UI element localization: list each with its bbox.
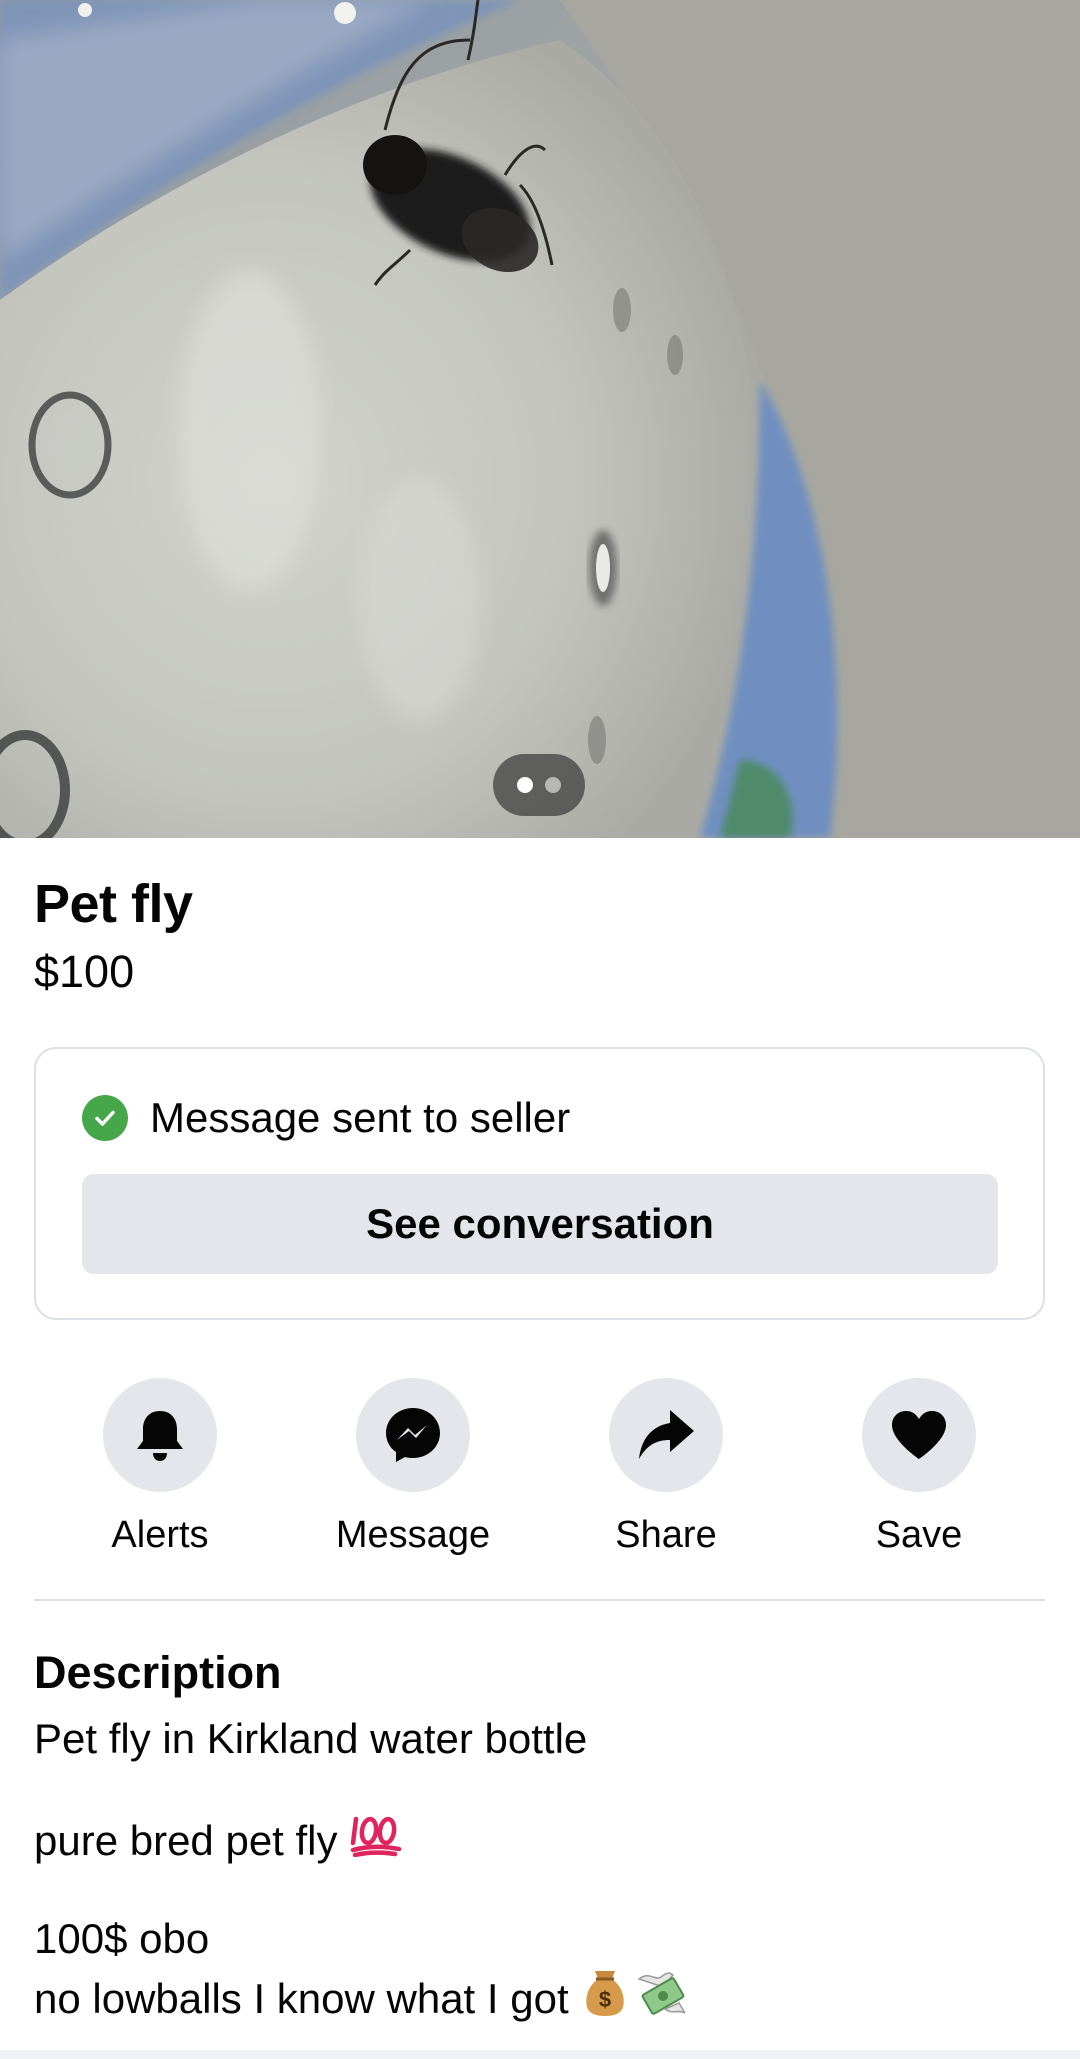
share-label: Share — [615, 1514, 717, 1556]
money-with-wings-icon — [635, 1969, 687, 2029]
share-action[interactable]: Share — [566, 1378, 766, 1558]
listing-page: Pet fly $100 Message sent to seller See … — [0, 0, 1080, 2050]
description-text-3: 100$ obo — [34, 1915, 210, 1962]
description-line-4: no lowballs I know what I got $ — [34, 1969, 687, 2029]
listing-title: Pet fly — [34, 874, 193, 934]
see-conversation-button[interactable]: See conversation — [82, 1174, 998, 1274]
svg-text:$: $ — [599, 1987, 611, 2012]
heart-icon — [892, 1411, 946, 1459]
action-row: Alerts Message Share Save — [34, 1378, 1045, 1558]
description-heading: Description — [34, 1647, 282, 1698]
bell-icon — [137, 1411, 183, 1461]
fly-in-bottle-image — [0, 0, 1080, 838]
description-line-1: Pet fly in Kirkland water bottle — [34, 1713, 587, 1765]
section-divider — [34, 1599, 1045, 1601]
share-button[interactable] — [609, 1378, 723, 1492]
message-status: Message sent to seller — [82, 1093, 570, 1143]
alerts-button[interactable] — [103, 1378, 217, 1492]
description-text-4: no lowballs I know what I got — [34, 1975, 569, 2022]
save-button[interactable] — [862, 1378, 976, 1492]
listing-photo[interactable] — [0, 0, 1080, 838]
save-label: Save — [875, 1514, 963, 1556]
hundred-points-icon — [350, 1813, 402, 1869]
share-icon — [639, 1410, 694, 1459]
save-action[interactable]: Save — [819, 1378, 1019, 1558]
message-button[interactable] — [356, 1378, 470, 1492]
messenger-icon — [386, 1408, 440, 1462]
money-bag-icon: $ — [583, 1969, 627, 2029]
message-label: Message — [335, 1514, 491, 1556]
description-line-3: 100$ obo — [34, 1913, 209, 1965]
check-circle-icon — [82, 1095, 128, 1141]
pager-dot-2[interactable] — [545, 777, 561, 793]
alerts-action[interactable]: Alerts — [60, 1378, 260, 1558]
message-status-text: Message sent to seller — [150, 1094, 571, 1141]
alerts-label: Alerts — [111, 1514, 209, 1556]
message-sent-card: Message sent to seller See conversation — [34, 1047, 1045, 1320]
pager-dot-1[interactable] — [517, 777, 533, 793]
description-text-1: Pet fly in Kirkland water bottle — [34, 1715, 588, 1762]
message-action[interactable]: Message — [313, 1378, 513, 1558]
listing-price: $100 — [34, 946, 135, 997]
photo-pager-dots[interactable] — [493, 754, 585, 816]
description-line-2: pure bred pet fly — [34, 1813, 402, 1869]
description-text-2: pure bred pet fly — [34, 1817, 338, 1864]
